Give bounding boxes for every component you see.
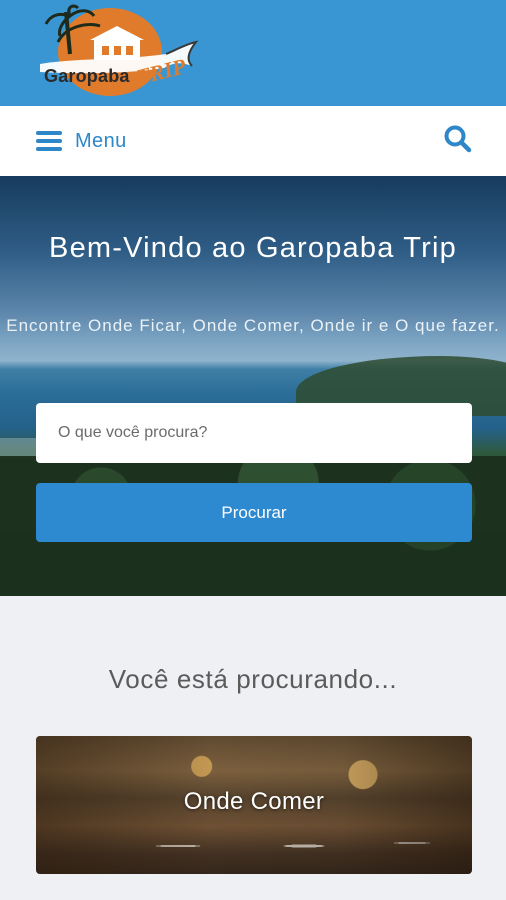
hero-banner: Bem-Vindo ao Garopaba Trip Encontre Onde… [0, 176, 506, 596]
card-label: Onde Comer [183, 788, 325, 815]
menu-label: Menu [75, 129, 127, 152]
hero-title: Bem-Vindo ao Garopaba Trip [49, 232, 457, 264]
category-card-onde-comer[interactable]: Onde Comer [36, 736, 472, 874]
section-title: Você está procurando... [108, 664, 398, 694]
hamburger-icon [36, 131, 62, 151]
search-submit-button[interactable]: Procurar [36, 483, 472, 542]
menu-button[interactable]: Menu [36, 124, 127, 158]
logo-graphic [40, 4, 199, 96]
logo-text: Garopaba [44, 66, 130, 86]
header-bar: Garopaba TRIP [0, 0, 506, 106]
search-input[interactable] [36, 403, 472, 463]
hero-subtitle: Encontre Onde Ficar, Onde Comer, Onde ir… [6, 316, 500, 335]
search-icon [444, 125, 472, 153]
nav-bar: Menu [0, 106, 506, 176]
garopaba-trip-logo[interactable]: Garopaba TRIP [36, 4, 202, 102]
search-button[interactable] [443, 124, 473, 154]
